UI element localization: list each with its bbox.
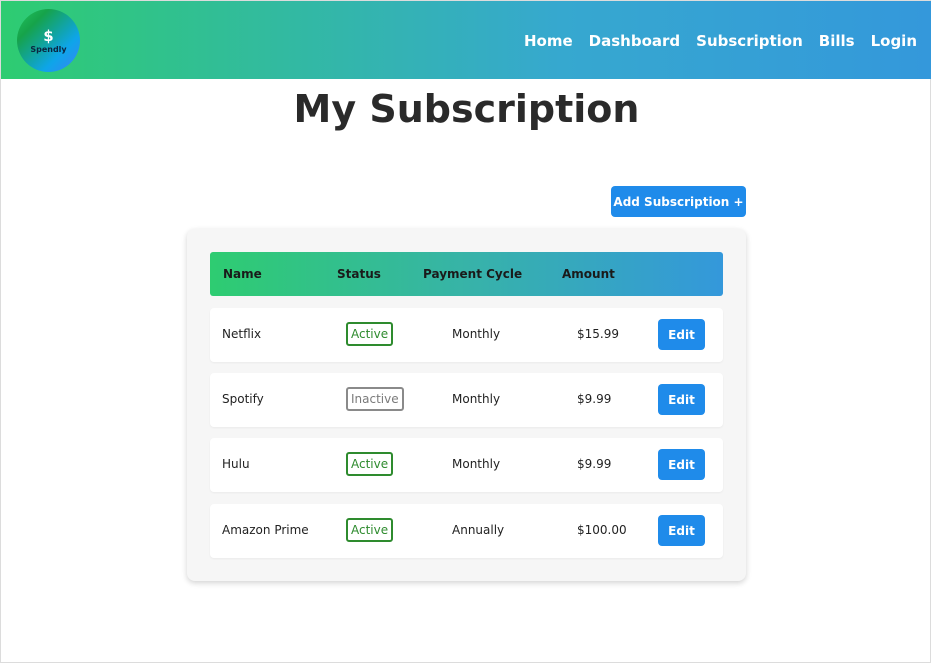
nav-bills-link[interactable]: Bills [819, 32, 855, 50]
table-row: Netflix Active Monthly $15.99 Edit [210, 308, 723, 362]
amount: $9.99 [577, 457, 612, 471]
subscription-table-card: Name Status Payment Cycle Amount Netflix… [187, 229, 746, 581]
table-row: Spotify Inactive Monthly $9.99 Edit [210, 373, 723, 427]
status-badge: Active [346, 322, 394, 346]
status-badge: Inactive [346, 387, 404, 411]
edit-button[interactable]: Edit [658, 319, 705, 350]
nav-subscription-link[interactable]: Subscription [696, 32, 803, 50]
page-title: My Subscription [293, 87, 640, 131]
amount: $9.99 [577, 392, 612, 406]
amount: $100.00 [577, 523, 627, 537]
subscription-name: Netflix [222, 327, 262, 341]
amount: $15.99 [577, 327, 619, 341]
subscription-name: Amazon Prime [222, 523, 309, 537]
status-badge: Active [346, 452, 394, 476]
edit-button[interactable]: Edit [658, 384, 705, 415]
dollar-icon: $ [43, 26, 54, 45]
spendly-logo[interactable]: $ Spendly [17, 9, 80, 72]
payment-cycle: Monthly [452, 457, 501, 471]
payment-cycle: Monthly [452, 327, 501, 341]
payment-cycle: Annually [452, 523, 505, 537]
brand-name: Spendly [30, 44, 67, 54]
header-payment-cycle: Payment Cycle [423, 267, 523, 281]
edit-button[interactable]: Edit [658, 449, 705, 480]
nav-login-link[interactable]: Login [871, 32, 917, 50]
payment-cycle: Monthly [452, 392, 501, 406]
table-row: Amazon Prime Active Annually $100.00 Edi… [210, 504, 723, 558]
header-amount: Amount [562, 267, 615, 281]
table-header: Name Status Payment Cycle Amount [210, 252, 723, 296]
nav-links: Home Dashboard Subscription Bills Login [524, 32, 917, 50]
add-subscription-button[interactable]: Add Subscription + [611, 186, 746, 217]
subscription-name: Spotify [222, 392, 264, 406]
nav-dashboard-link[interactable]: Dashboard [589, 32, 680, 50]
status-badge: Active [346, 518, 394, 542]
header-status: Status [337, 267, 381, 281]
subscription-name: Hulu [222, 457, 250, 471]
top-navbar: $ Spendly Home Dashboard Subscription Bi… [1, 1, 931, 79]
nav-home-link[interactable]: Home [524, 32, 573, 50]
table-row: Hulu Active Monthly $9.99 Edit [210, 438, 723, 492]
edit-button[interactable]: Edit [658, 515, 705, 546]
header-name: Name [223, 267, 262, 281]
